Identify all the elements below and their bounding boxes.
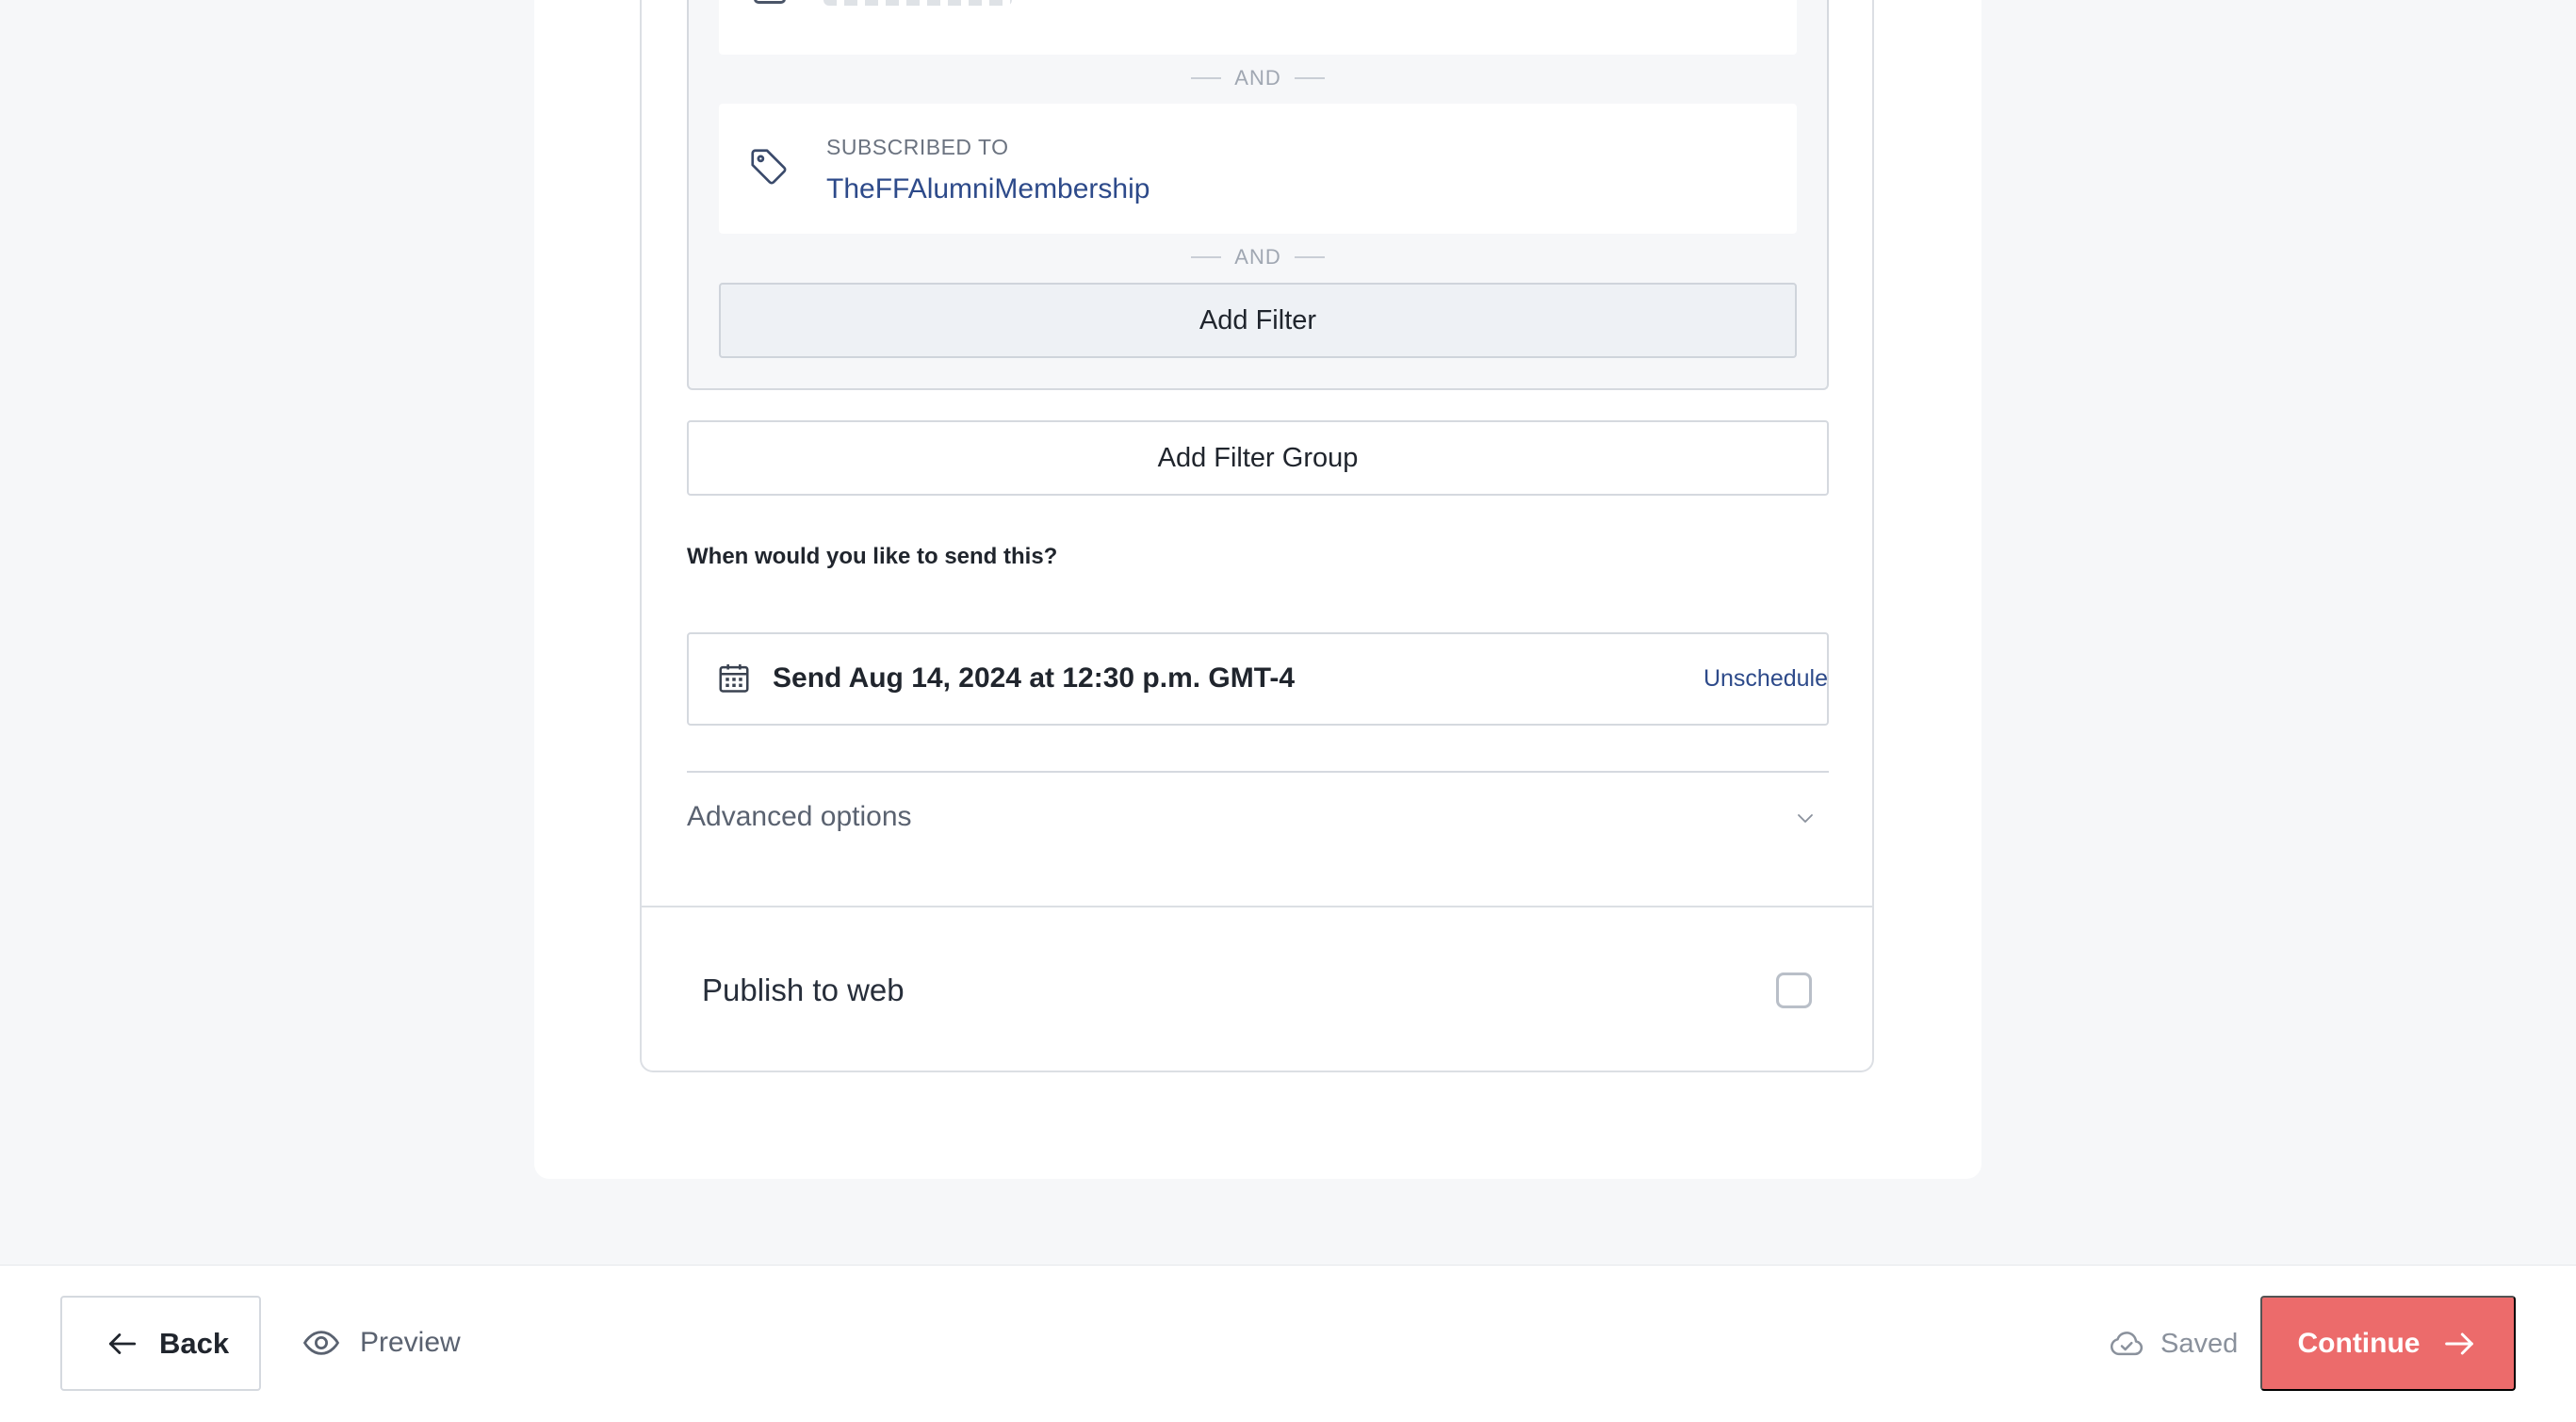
filter-value-partial <box>823 0 1012 6</box>
back-label: Back <box>159 1326 230 1360</box>
and-separator: AND <box>719 66 1797 90</box>
schedule-question: When would you like to send this? <box>687 544 1058 569</box>
add-filter-button[interactable]: Add Filter <box>719 283 1797 358</box>
schedule-text: Send Aug 14, 2024 at 12:30 p.m. GMT-4 <box>773 662 1296 694</box>
preview-button[interactable]: Preview <box>302 1319 461 1366</box>
filter-label: SUBSCRIBED TO <box>826 135 1009 159</box>
advanced-options-toggle[interactable]: Advanced options <box>687 801 912 833</box>
add-filter-group-button[interactable]: Add Filter Group <box>687 420 1829 496</box>
continue-button[interactable]: Continue <box>2260 1296 2516 1391</box>
tag-icon <box>751 149 787 185</box>
chevron-down-icon[interactable] <box>1794 807 1817 829</box>
back-button[interactable]: Back <box>60 1296 261 1391</box>
publish-to-web-label: Publish to web <box>702 973 905 1007</box>
and-separator: AND <box>719 245 1797 270</box>
cloud-check-icon <box>2111 1332 2144 1356</box>
saved-label: Saved <box>2160 1328 2239 1359</box>
saved-status: Saved <box>2108 1323 2238 1365</box>
calendar-icon <box>719 663 749 693</box>
continue-label: Continue <box>2297 1327 2421 1359</box>
preview-label: Preview <box>360 1327 461 1358</box>
divider <box>687 771 1829 773</box>
unschedule-link[interactable]: Unschedule <box>1704 665 1828 693</box>
arrow-right-icon <box>2445 1332 2474 1354</box>
arrow-left-icon <box>108 1332 137 1354</box>
divider <box>640 906 1874 907</box>
filter-value[interactable]: TheFFAlumniMembership <box>826 173 1149 205</box>
filter-card-partial[interactable] <box>719 0 1797 55</box>
eye-icon <box>302 1331 340 1355</box>
publish-to-web-checkbox[interactable] <box>1776 973 1812 1008</box>
filter-icon-partial <box>754 0 786 4</box>
filter-card-subscribed-to[interactable] <box>719 104 1797 234</box>
